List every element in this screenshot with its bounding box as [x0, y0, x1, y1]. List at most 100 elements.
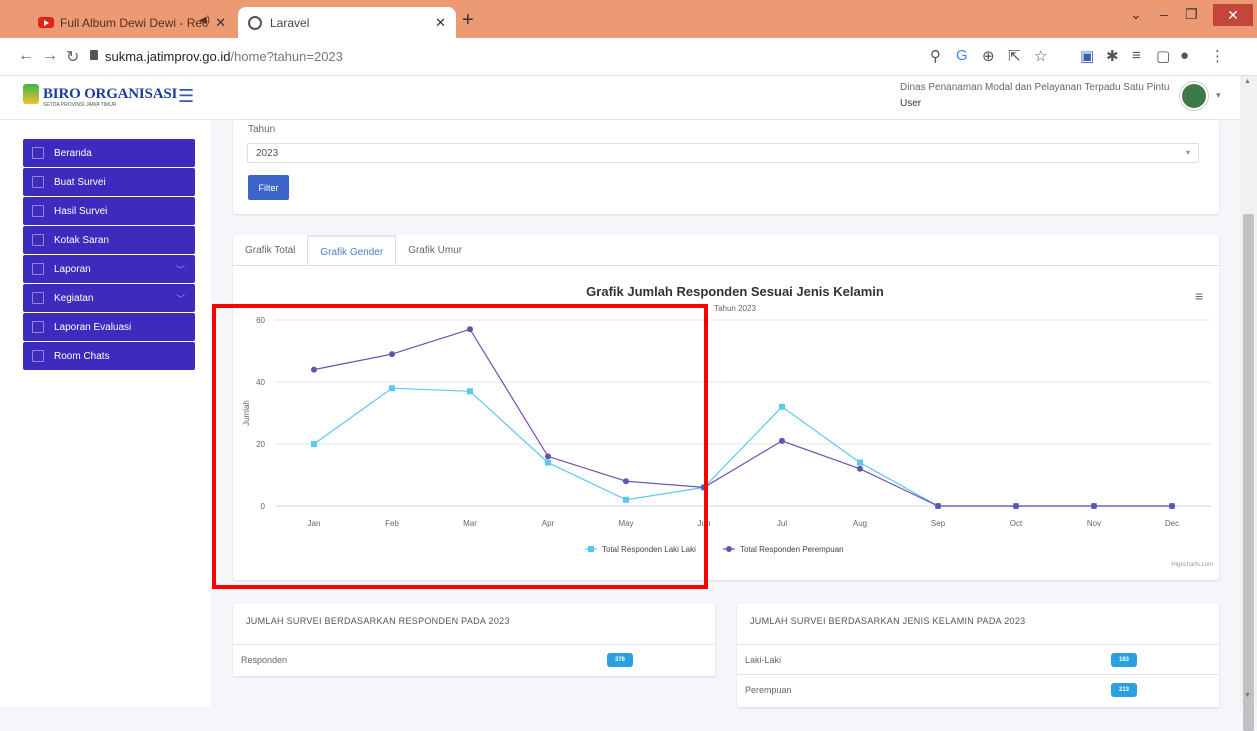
side-panel-icon[interactable]: ▢	[1156, 47, 1170, 65]
bookmark-star-icon[interactable]: ☆	[1034, 47, 1047, 65]
profile-icon[interactable]: ●	[1180, 47, 1189, 64]
year-select[interactable]: 2023 ▾	[247, 143, 1199, 163]
minimize-icon[interactable]: –	[1160, 6, 1168, 22]
sidebar-item-kegiatan[interactable]: Kegiatan ﹀	[23, 284, 195, 312]
legend-label: Total Responden Laki Laki	[602, 545, 696, 554]
responden-stats-card: JUMLAH SURVEI BERDASARKAN RESPONDEN PADA…	[233, 604, 715, 676]
x-tick-label: Apr	[542, 519, 555, 528]
sidebar: Beranda Buat Survei Hasil Survei Kotak S…	[0, 120, 210, 707]
data-point	[779, 403, 785, 410]
avatar[interactable]	[1180, 82, 1208, 110]
x-tick-label: May	[618, 519, 633, 528]
table-row: Responden 376	[233, 644, 715, 674]
location-icon[interactable]: ⚲	[930, 47, 941, 65]
calendar-icon	[32, 292, 44, 304]
logo-subtitle: SETDA PROVINSI JAWA TIMUR	[43, 102, 117, 108]
home-icon	[32, 147, 44, 159]
x-tick-label: Oct	[1010, 519, 1023, 528]
agency-name: Dinas Penanaman Modal dan Pelayanan Terp…	[900, 82, 1170, 93]
sidebar-item-room-chats[interactable]: Room Chats	[23, 342, 195, 370]
share-icon[interactable]: ⇱	[1008, 47, 1021, 65]
x-tick-label: Mar	[463, 519, 477, 528]
clipboard-icon	[32, 205, 44, 217]
filter-button[interactable]: Filter	[248, 175, 289, 200]
window-close-icon[interactable]: ✕	[1213, 4, 1253, 26]
page-scrollbar[interactable]: ▲ ▼	[1240, 76, 1257, 731]
chevron-down-icon: ﹀	[175, 264, 185, 275]
reading-list-icon[interactable]: ≡	[1132, 47, 1141, 64]
sidebar-item-laporan-evaluasi[interactable]: Laporan Evaluasi	[23, 313, 195, 341]
chart-subtitle: Tahun 2023	[714, 304, 756, 313]
browser-menu-icon[interactable]: ⋮	[1210, 47, 1225, 65]
inbox-icon	[32, 234, 44, 246]
chart-tabs: Grafik Total Grafik Gender Grafik Umur	[233, 235, 474, 266]
sidebar-item-buat-survei[interactable]: Buat Survei	[23, 168, 195, 196]
chart-title: Grafik Jumlah Responden Sesuai Jenis Kel…	[586, 284, 884, 299]
puzzle-icon[interactable]: ✱	[1106, 47, 1119, 65]
user-role: User	[900, 98, 922, 109]
card-title: JUMLAH SURVEI BERDASARKAN RESPONDEN PADA…	[246, 616, 510, 626]
x-tick-label: Nov	[1087, 519, 1101, 528]
data-point	[311, 366, 317, 373]
forward-icon[interactable]: →	[42, 47, 58, 65]
legend-label: Total Responden Perempuan	[740, 545, 844, 554]
data-point	[389, 351, 395, 358]
data-point	[623, 496, 629, 503]
scrollbar-thumb[interactable]	[1243, 214, 1254, 731]
chat-icon	[32, 350, 44, 362]
sidebar-item-beranda[interactable]: Beranda	[23, 139, 195, 167]
google-translate-icon[interactable]: G	[956, 47, 968, 64]
url-field[interactable]: sukma.jatimprov.go.id/home?tahun=2023	[105, 49, 343, 64]
tab-grafik-umur[interactable]: Grafik Umur	[396, 235, 474, 266]
y-tick-label: 20	[256, 440, 265, 449]
data-point	[311, 441, 317, 447]
reload-icon[interactable]: ↻	[66, 47, 79, 67]
back-icon[interactable]: ←	[18, 47, 34, 65]
tab-grafik-total[interactable]: Grafik Total	[233, 235, 307, 266]
x-tick-label: Feb	[385, 519, 399, 528]
data-point	[467, 388, 473, 395]
close-tab-icon[interactable]: ✕	[435, 15, 446, 31]
logo[interactable]: BIRO ORGANISASI SETDA PROVINSI JAWA TIMU…	[23, 84, 178, 108]
x-tick-label: Jun	[698, 519, 711, 528]
scroll-down-icon[interactable]: ▼	[1244, 692, 1251, 699]
youtube-icon	[38, 17, 54, 28]
x-tick-label: Sep	[931, 519, 946, 528]
chevron-down-icon: ﹀	[175, 293, 185, 304]
chevron-down-icon[interactable]: ▾	[1216, 90, 1221, 101]
tab-grafik-gender[interactable]: Grafik Gender	[307, 235, 397, 266]
scroll-up-icon[interactable]: ▲	[1244, 78, 1251, 85]
data-point	[389, 385, 395, 392]
close-tab-icon[interactable]: ✕	[215, 15, 226, 31]
document-icon	[32, 321, 44, 333]
data-point	[623, 478, 629, 485]
count-badge: 376	[607, 653, 633, 667]
new-tab-icon[interactable]: +	[462, 9, 474, 32]
data-point	[467, 326, 473, 333]
report-icon	[32, 263, 44, 275]
data-point	[1169, 503, 1175, 509]
card-title: JUMLAH SURVEI BERDASARKAN JENIS KELAMIN …	[750, 616, 1026, 626]
address-bar: ← → ↻ sukma.jatimprov.go.id/home?tahun=2…	[0, 38, 1257, 76]
logo-title: BIRO ORGANISASI	[43, 85, 178, 102]
y-tick-label: 0	[261, 502, 266, 511]
maximize-icon[interactable]: ❐	[1185, 6, 1198, 23]
lock-icon	[90, 50, 98, 60]
sidebar-item-kotak-saran[interactable]: Kotak Saran	[23, 226, 195, 254]
hamburger-menu-icon[interactable]: ☰	[178, 86, 194, 107]
chevron-down-icon: ▾	[1185, 148, 1190, 157]
browser-tab-bar: Full Album Dewi Dewi - Rec ◀) ✕ Laravel …	[0, 0, 1257, 38]
sidebar-item-hasil-survei[interactable]: Hasil Survei	[23, 197, 195, 225]
sidebar-item-laporan[interactable]: Laporan ﹀	[23, 255, 195, 283]
data-point	[1091, 503, 1097, 509]
year-label: Tahun	[248, 124, 276, 135]
chart-credit[interactable]: Highcharts.com	[1171, 562, 1213, 568]
data-point	[1013, 503, 1019, 509]
browser-tab-laravel[interactable]: Laravel ✕	[238, 7, 456, 38]
extension-icon[interactable]: ▣	[1080, 47, 1094, 65]
tab-search-icon[interactable]: ⌄	[1130, 6, 1142, 23]
audio-icon[interactable]: ◀)	[199, 15, 210, 26]
browser-tab-youtube[interactable]: Full Album Dewi Dewi - Rec ◀) ✕	[28, 7, 236, 38]
zoom-icon[interactable]: ⊕	[982, 47, 995, 65]
globe-icon	[248, 15, 262, 30]
